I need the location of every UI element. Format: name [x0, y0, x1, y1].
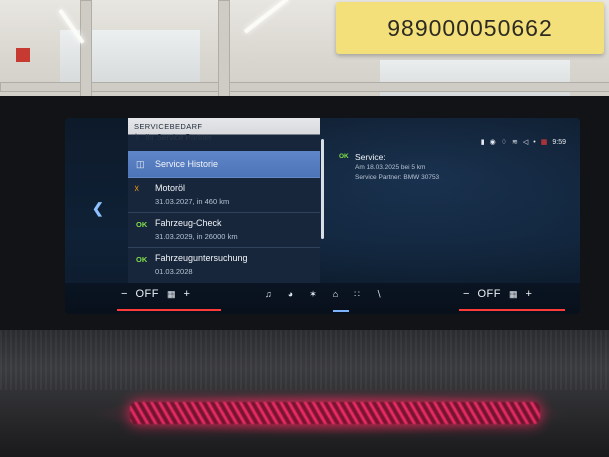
climate-right-state[interactable]: OFF	[477, 288, 501, 300]
list-item-service-history[interactable]: ◫ Service Historie	[128, 151, 320, 178]
chevron-left-icon[interactable]: ❮	[92, 200, 104, 217]
app-dock: ♫ ◕ ✶ ⌂ ∷ ∖	[265, 289, 382, 300]
navigation-icon[interactable]: ◕	[288, 289, 293, 300]
list-item-vehicle-inspection[interactable]: OK Fahrzeuguntersuchung 01.03.2028	[128, 248, 320, 283]
list-item-subtitle: 01.03.2028	[155, 267, 193, 276]
list-item-title: Service Historie	[155, 159, 219, 169]
phone-icon[interactable]: ∖	[376, 289, 382, 300]
connectivity-icon: ◉	[489, 139, 496, 146]
service-partner-item[interactable]: ∖ Ihr Service Partner	[134, 133, 212, 142]
list-item-subtitle: 31.03.2029, in 26000 km	[155, 232, 238, 241]
list-item-title: Motoröl	[155, 183, 186, 193]
list-item-subtitle: 31.03.2027, in 460 km	[155, 197, 230, 206]
warning-icon: ▦	[540, 139, 548, 146]
oil-can-icon: ☓	[134, 184, 140, 195]
climate-right: − OFF ▦ +	[463, 288, 532, 300]
temp-up-button[interactable]: +	[183, 288, 189, 300]
seat-heating-icon[interactable]: ▦	[509, 289, 518, 300]
scrollbar[interactable]	[321, 139, 324, 239]
climate-left-state[interactable]: OFF	[135, 288, 159, 300]
ceiling-pillar	[80, 0, 92, 100]
service-info-title: Service:	[355, 152, 386, 162]
fan-icon[interactable]: ✶	[309, 289, 317, 300]
temp-down-button[interactable]: −	[463, 288, 469, 300]
infotainment-screen: ❮ SERVICEBEDARF ∖ Ihr Service Partner ◫ S…	[65, 118, 580, 314]
ambient-light-strip	[130, 402, 540, 424]
status-ok-badge: OK	[136, 220, 148, 229]
list-item-title: Fahrzeuguntersuchung	[155, 253, 248, 263]
status-ok-badge: OK	[136, 255, 148, 264]
phone-icon: ∖	[134, 133, 140, 142]
volume-icon: ◁	[522, 139, 529, 146]
battery-icon: ▮	[480, 139, 485, 146]
status-ok-badge: OK	[339, 153, 349, 160]
microphone-icon: •	[533, 138, 536, 146]
temp-up-button[interactable]: +	[525, 288, 531, 300]
panel-title: SERVICEBEDARF	[134, 122, 203, 131]
list-item-vehicle-check[interactable]: OK Fahrzeug-Check 31.03.2029, in 26000 k…	[128, 213, 320, 248]
status-bar: ▮ ◉ ♢ ≋ ◁ • ▦ 9:59	[480, 138, 566, 147]
clock: 9:59	[552, 138, 566, 146]
climate-left: − OFF ▦ +	[121, 288, 190, 300]
list-item-engine-oil[interactable]: ☓ Motoröl 31.03.2027, in 460 km	[128, 178, 320, 213]
list-item-title: Fahrzeug-Check	[155, 218, 222, 228]
climate-right-indicator	[459, 309, 565, 311]
history-icon: ◫	[136, 159, 145, 169]
ceiling-pillar	[218, 0, 230, 100]
seat-heating-icon[interactable]: ▦	[167, 289, 176, 300]
car-icon: ♢	[500, 139, 508, 146]
temp-down-button[interactable]: −	[121, 288, 127, 300]
garage-window	[380, 60, 570, 100]
fire-sign	[16, 48, 30, 62]
home-active-indicator	[333, 310, 349, 312]
service-panel: SERVICEBEDARF ∖ Ihr Service Partner ◫ Ser…	[128, 118, 324, 283]
vin-tag: 989000050662	[336, 2, 604, 54]
climate-dock-bar: − OFF ▦ + ♫ ◕ ✶ ⌂ ∷ ∖ − OFF ▦ +	[65, 283, 580, 314]
home-icon[interactable]: ⌂	[333, 289, 338, 300]
service-info-date: Am 18.03.2025 bei 5 km	[355, 164, 426, 171]
service-info-partner: Service Partner: BMW 30753	[355, 174, 440, 181]
apps-icon[interactable]: ∷	[354, 289, 360, 300]
signal-icon: ≋	[512, 139, 518, 146]
service-partner-label: Ihr Service Partner	[145, 133, 212, 142]
music-icon[interactable]: ♫	[265, 289, 272, 300]
climate-left-indicator	[117, 309, 221, 311]
